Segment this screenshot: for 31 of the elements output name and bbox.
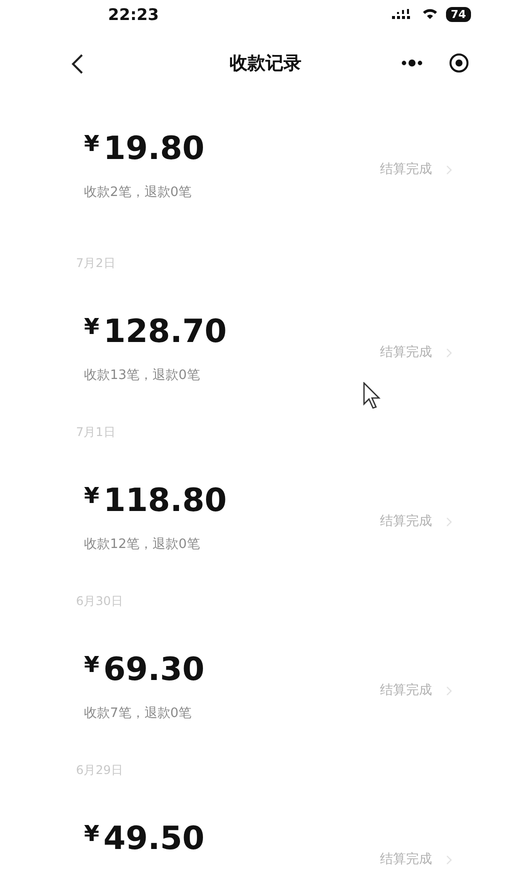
record-amount: 49.50 [103,819,205,857]
settlement-status[interactable]: 结算完成 [380,513,432,531]
currency-symbol: ¥ [84,484,100,509]
currency-symbol: ¥ [84,822,100,847]
cursor-icon [363,382,381,410]
close-target-icon[interactable] [449,53,469,73]
record-amount: 118.80 [103,481,227,519]
chevron-icon [446,348,452,358]
record-summary: 收款13笔，退款0笔 [84,367,201,385]
status-time: 22:23 [108,4,159,24]
record-amount: 128.70 [103,312,227,350]
record-amount: 69.30 [103,650,205,688]
record-summary: 收款7笔，退款0笔 [84,705,193,723]
record-summary: 收款2笔，退款0笔 [84,184,193,202]
page-title: 收款记录 [230,52,302,75]
settlement-status[interactable]: 结算完成 [380,161,432,179]
battery-level: 74 [446,6,471,22]
record-summary: 收款12笔，退款0笔 [84,536,201,554]
chevron-icon [446,517,452,527]
chevron-icon [446,165,452,175]
chevron-icon [446,855,452,865]
record-amount: 19.80 [103,129,205,167]
chevron-icon [446,686,452,696]
settlement-status[interactable]: 结算完成 [380,344,432,362]
currency-symbol: ¥ [84,653,100,678]
currency-symbol: ¥ [84,315,100,340]
settlement-status[interactable]: 结算完成 [380,682,432,700]
wifi-icon [422,8,438,20]
more-icon[interactable] [401,58,423,68]
currency-symbol: ¥ [84,132,100,157]
settlement-status[interactable]: 结算完成 [380,851,432,869]
